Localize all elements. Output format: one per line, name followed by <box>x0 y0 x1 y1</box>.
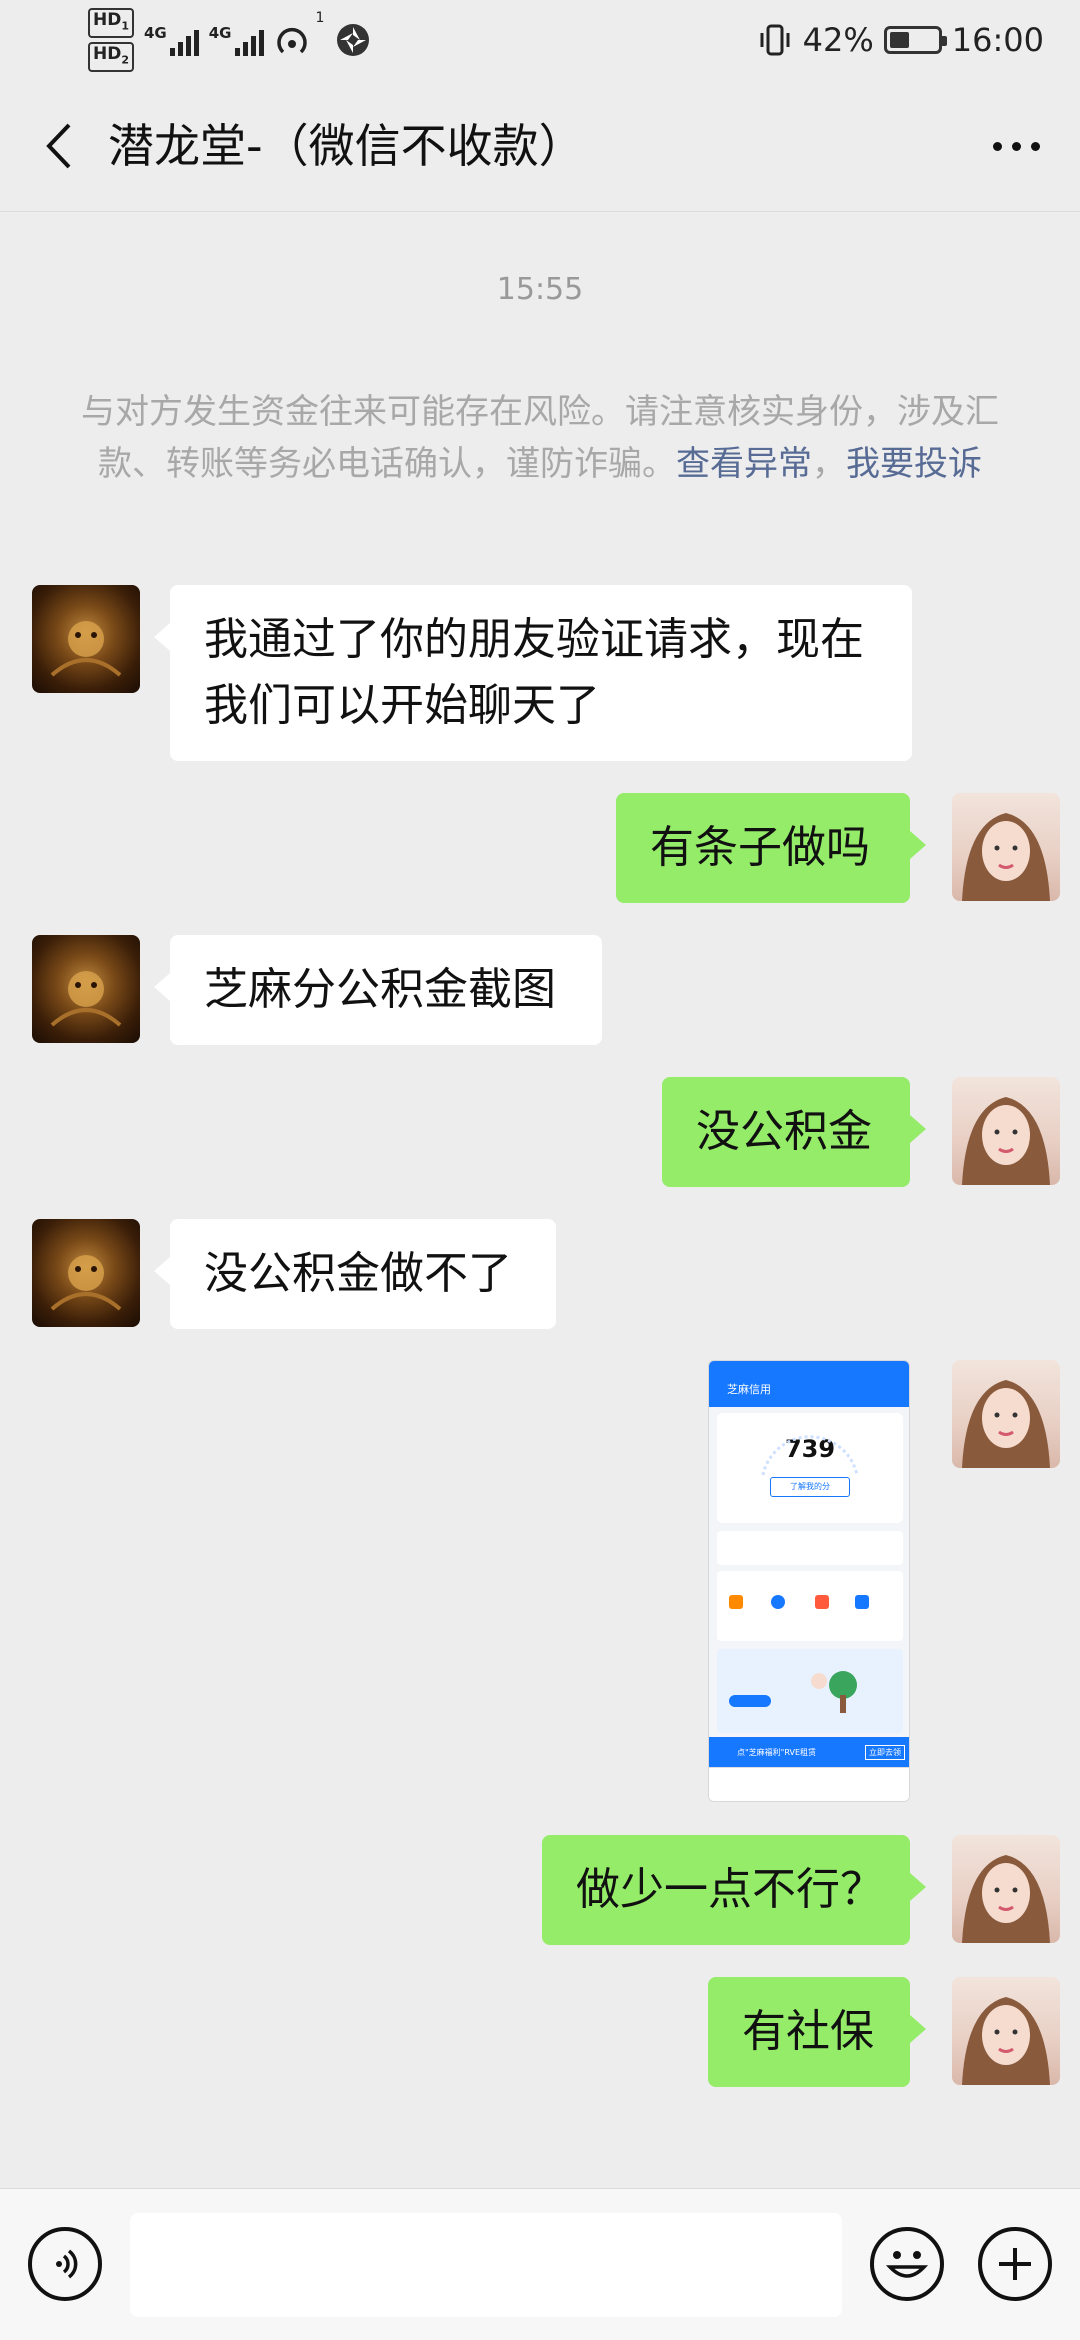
image-app-header: 芝麻信用 <box>709 1361 909 1407</box>
warning-separator: ， <box>812 444 846 484</box>
chat-header: 潜龙堂-（微信不收款） <box>0 80 1080 212</box>
contact-avatar[interactable] <box>32 1219 140 1327</box>
view-anomaly-link[interactable]: 查看异常 <box>676 444 812 484</box>
my-avatar[interactable] <box>952 1077 1060 1185</box>
score-gauge-icon <box>761 1435 859 1476</box>
hotspot-icon <box>276 27 307 54</box>
status-left: HD1 HD2 4G 4G 1 <box>88 7 372 73</box>
hd2-indicator: HD2 <box>88 42 134 73</box>
dragon-avatar-icon <box>50 1255 122 1311</box>
image-illustration <box>729 1671 857 1713</box>
more-dot <box>992 141 1002 151</box>
status-right: 42% 16:00 <box>757 14 1044 66</box>
user-photo-icon <box>962 1097 1050 1185</box>
signal1-icon: 4G <box>144 24 199 56</box>
image-caption: 芝麻信用 <box>727 1383 771 1396</box>
voice-icon <box>56 2249 78 2279</box>
battery-icon <box>883 26 947 54</box>
image-banner-button: 立即去领 <box>865 1745 905 1760</box>
hd1-sub: 1 <box>121 19 129 32</box>
my-avatar[interactable] <box>952 1835 1060 1943</box>
my-avatar[interactable] <box>952 1360 1060 1468</box>
message-bubble[interactable]: 没公积金做不了 <box>154 1219 556 1329</box>
message-bubble[interactable]: 我通过了你的朋友验证请求，现在我们可以开始聊天了 <box>154 585 912 761</box>
user-photo-icon <box>962 1380 1050 1468</box>
image-message[interactable]: 芝麻信用 739 了解我的分 点"芝麻福利"RVE租赁 立即去领 <box>708 1360 910 1802</box>
message-bubble[interactable]: 芝麻分公积金截图 <box>154 935 602 1045</box>
message-bubble[interactable]: 有社保 <box>708 1977 926 2087</box>
my-avatar[interactable] <box>952 1977 1060 2085</box>
message-bubble[interactable]: 做少一点不行？ <box>542 1835 926 1945</box>
image-section <box>717 1649 903 1733</box>
hd1-label: HD <box>93 9 122 30</box>
contact-avatar[interactable] <box>32 585 140 693</box>
image-banner: 点"芝麻福利"RVE租赁 立即去领 <box>709 1737 909 1769</box>
user-photo-icon <box>962 813 1050 901</box>
hotspot-count: 1 <box>315 10 325 26</box>
message-input[interactable] <box>130 2213 842 2317</box>
emoji-button[interactable] <box>870 2227 944 2301</box>
report-link[interactable]: 我要投诉 <box>846 444 982 484</box>
more-dot <box>1030 141 1040 151</box>
image-section <box>717 1571 903 1641</box>
plus-button[interactable] <box>978 2227 1052 2301</box>
input-bar <box>0 2188 1080 2340</box>
hd1-indicator: HD1 <box>88 7 134 38</box>
hd-indicators: HD1 HD2 <box>88 7 134 73</box>
dragon-avatar-icon <box>50 971 122 1027</box>
contact-avatar[interactable] <box>32 935 140 1043</box>
chevron-left-icon <box>46 123 71 169</box>
vibrate-icon <box>760 24 790 56</box>
dragon-avatar-icon <box>50 621 122 677</box>
image-banner-text: 点"芝麻福利"RVE租赁 <box>737 1748 817 1757</box>
hd2-label: HD <box>93 44 122 64</box>
plus-icon <box>999 2248 1031 2280</box>
emoji-icon <box>885 2251 929 2278</box>
signal2-icon: 4G <box>209 24 264 56</box>
net1-label: 4G <box>144 24 167 42</box>
net2-label: 4G <box>208 24 232 42</box>
user-photo-icon <box>962 1997 1050 2085</box>
image-score-card: 739 了解我的分 <box>717 1413 903 1523</box>
message-timestamp: 15:55 <box>496 272 584 307</box>
back-button[interactable] <box>28 116 88 176</box>
message-bubble[interactable]: 有条子做吗 <box>616 793 926 903</box>
battery-percent: 42% <box>802 21 874 59</box>
more-dot <box>1011 141 1021 151</box>
risk-warning: 与对方发生资金往来可能存在风险。请注意核实身份，涉及汇款、转账等务必电话确认，谨… <box>80 386 1000 490</box>
more-button[interactable] <box>980 116 1052 176</box>
message-bubble[interactable]: 没公积金 <box>662 1077 926 1187</box>
image-tabbar <box>709 1767 909 1801</box>
my-avatar[interactable] <box>952 793 1060 901</box>
image-score-button: 了解我的分 <box>770 1477 850 1497</box>
hd2-sub: 2 <box>121 53 129 67</box>
user-photo-icon <box>962 1855 1050 1943</box>
vpn-icon <box>337 24 370 56</box>
status-time: 16:00 <box>951 21 1044 59</box>
status-bar: HD1 HD2 4G 4G 1 42% 16:00 <box>0 0 1080 80</box>
voice-button[interactable] <box>28 2227 102 2301</box>
image-icon-row <box>729 1595 869 1609</box>
image-section <box>717 1531 903 1565</box>
chat-title: 潜龙堂-（微信不收款） <box>108 119 585 173</box>
